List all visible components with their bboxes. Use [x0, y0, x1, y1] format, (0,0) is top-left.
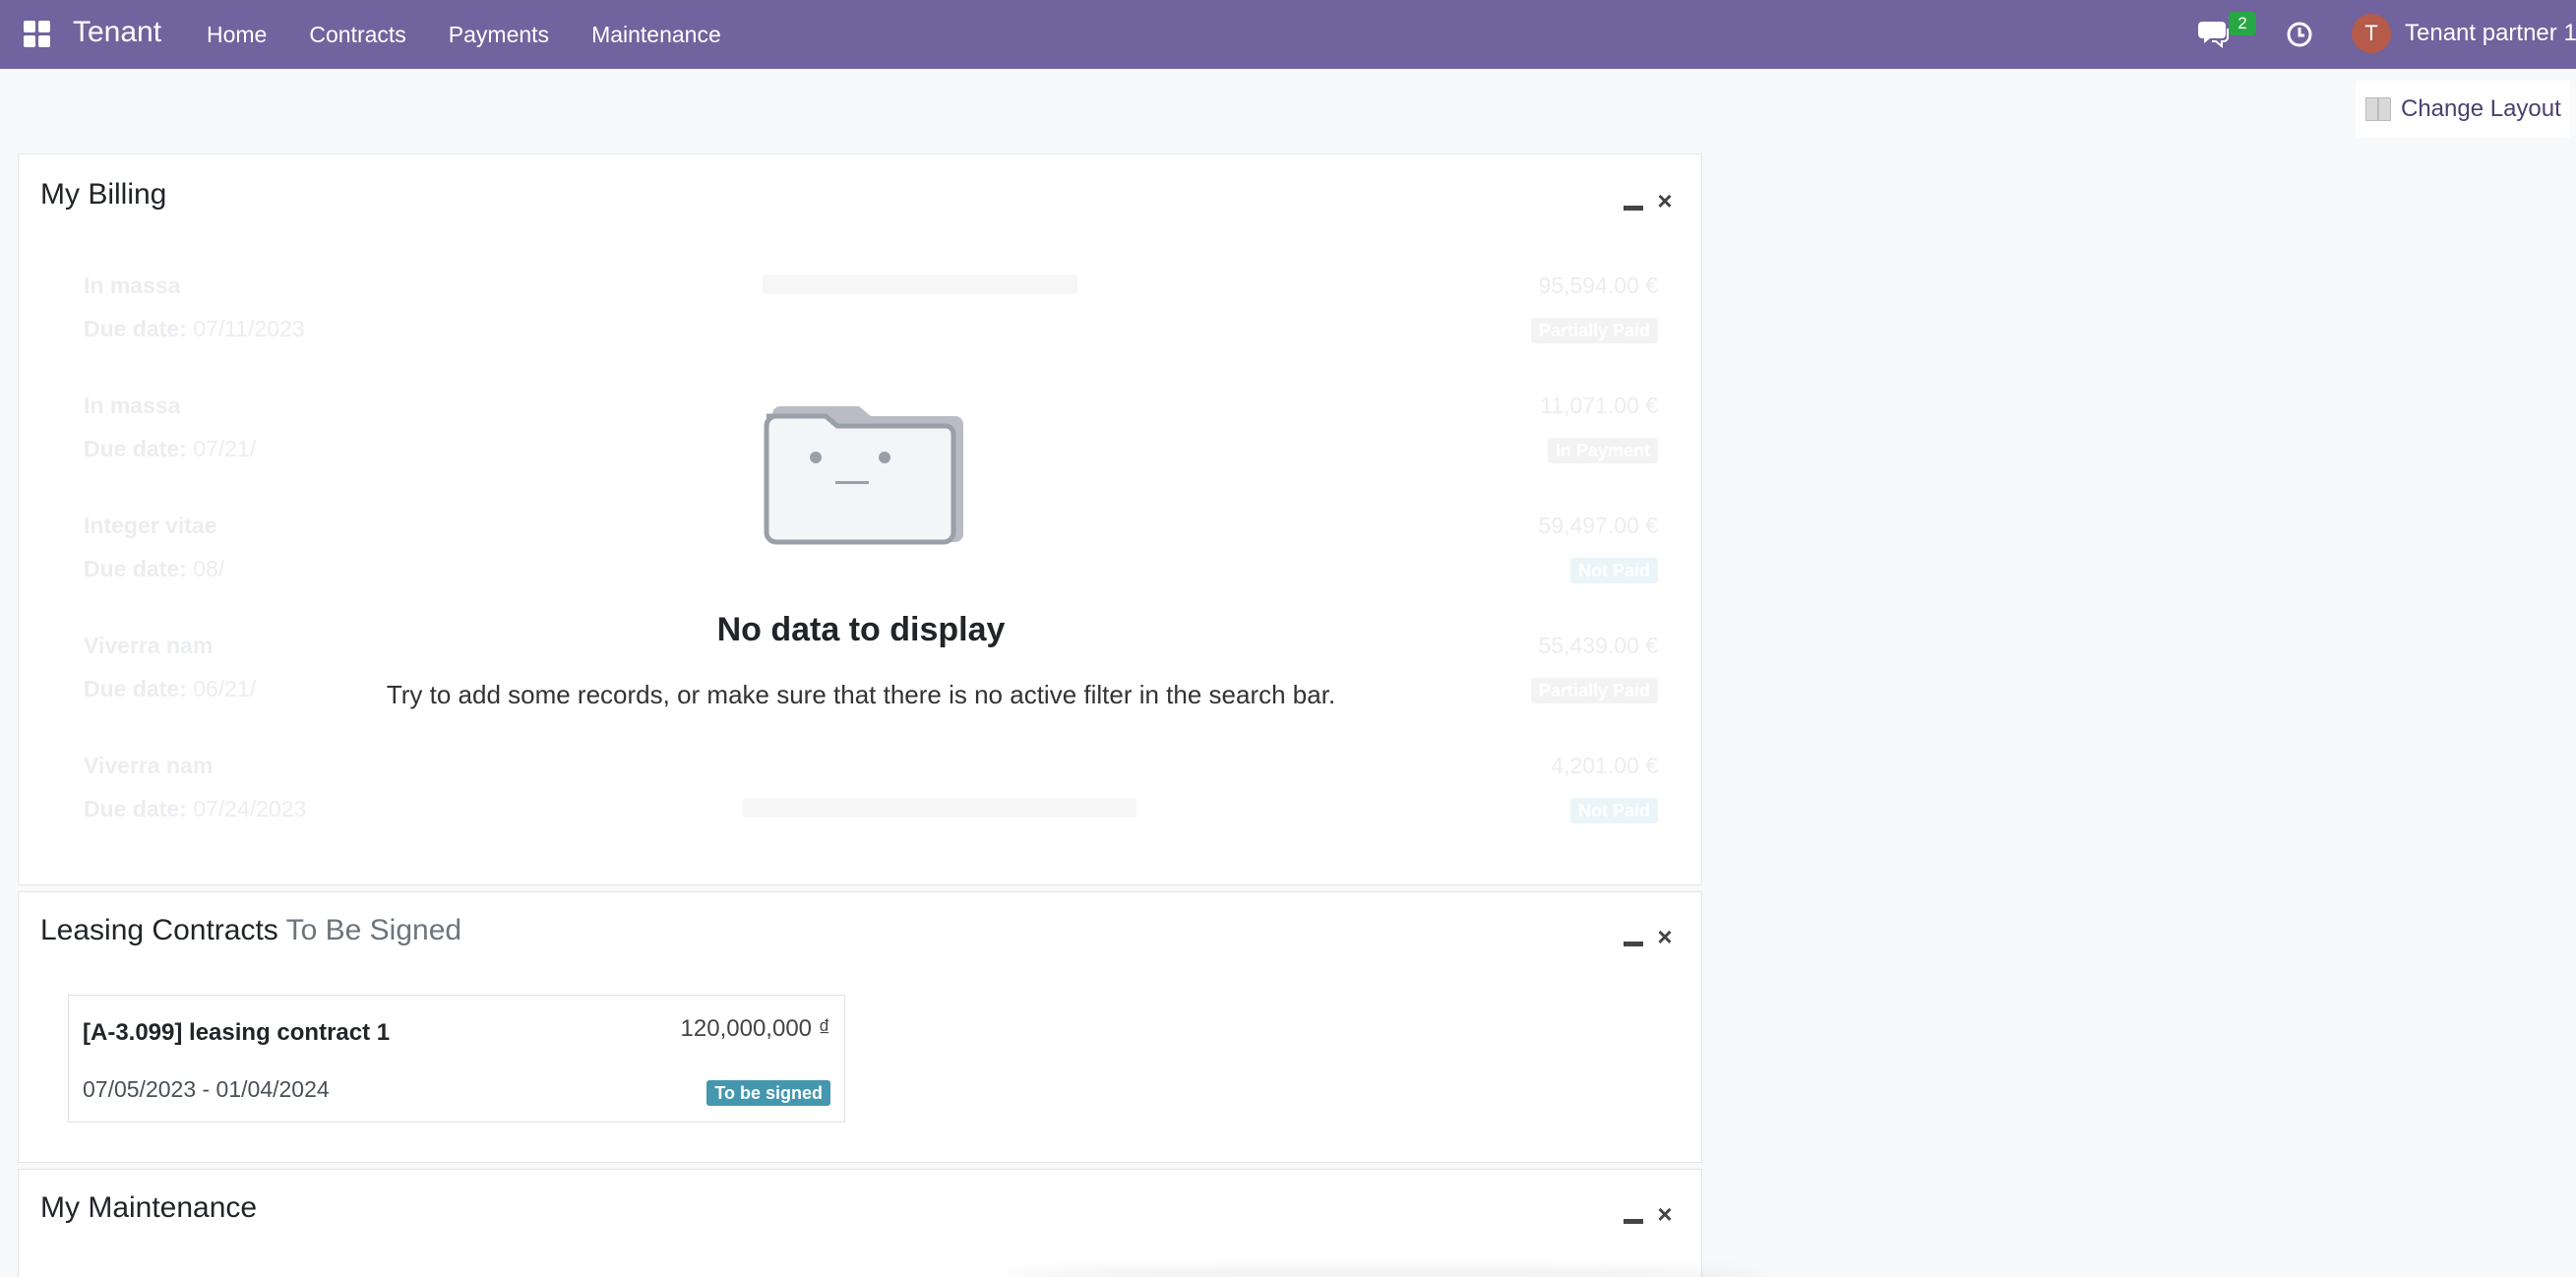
contract-amount: 120,000,000 ₫ — [680, 1015, 830, 1042]
maintenance-panel: My Maintenance × — [18, 1169, 1702, 1277]
empty-folder-icon — [764, 406, 963, 545]
activity-clock-icon[interactable] — [2285, 20, 2314, 49]
contracts-panel: Leasing Contracts To Be Signed × [A-3.09… — [18, 891, 1702, 1163]
change-layout-button[interactable]: Change Layout — [2356, 81, 2570, 138]
menu-item-home[interactable]: Home — [207, 22, 267, 48]
apps-grid-icon[interactable] — [24, 21, 51, 48]
menu-item-maintenance[interactable]: Maintenance — [591, 22, 721, 48]
chat-icon[interactable] — [2198, 18, 2232, 49]
empty-state-title: No data to display — [716, 611, 1006, 648]
contract-name: [A-3.099] leasing contract 1 — [83, 1019, 391, 1046]
contract-dates: 07/05/2023 - 01/04/2024 — [83, 1076, 330, 1102]
billing-row: Viverra nam Due date: 07/24/2023 4,201.0… — [84, 753, 1658, 823]
close-icon[interactable]: × — [1654, 924, 1676, 949]
billing-panel: My Billing × In massa Due date: 07/11/20… — [18, 153, 1702, 885]
top-navbar: Tenant Home Contracts Payments Maintenan… — [0, 0, 2576, 69]
empty-state-text: Try to add some records, or make sure th… — [386, 680, 1336, 709]
user-avatar[interactable]: T — [2352, 14, 2391, 53]
minimize-icon[interactable] — [1623, 1205, 1644, 1227]
menu-item-payments[interactable]: Payments — [449, 22, 549, 48]
close-icon[interactable]: × — [1654, 1201, 1676, 1227]
user-menu-name[interactable]: Tenant partner 1 — [2405, 20, 2576, 47]
bottom-shadow — [1004, 1267, 1761, 1277]
change-layout-label: Change Layout — [2401, 95, 2561, 122]
maintenance-panel-title: My Maintenance — [40, 1191, 258, 1224]
contracts-panel-title: Leasing Contracts To Be Signed — [40, 914, 462, 946]
app-brand[interactable]: Tenant — [73, 16, 161, 49]
layout-icon — [2365, 97, 2391, 121]
minimize-icon[interactable] — [1623, 928, 1644, 949]
close-icon[interactable]: × — [1654, 188, 1676, 213]
status-badge: To be signed — [706, 1080, 830, 1106]
billing-row: In massa Due date: 07/11/2023 95,594.00 … — [84, 273, 1658, 343]
billing-panel-title: My Billing — [40, 178, 167, 211]
main-menu: Home Contracts Payments Maintenance — [207, 22, 764, 48]
contract-card[interactable]: [A-3.099] leasing contract 1 120,000,000… — [68, 995, 845, 1123]
menu-item-contracts[interactable]: Contracts — [309, 22, 405, 48]
minimize-icon[interactable] — [1623, 192, 1644, 213]
chat-count-badge: 2 — [2229, 12, 2256, 35]
